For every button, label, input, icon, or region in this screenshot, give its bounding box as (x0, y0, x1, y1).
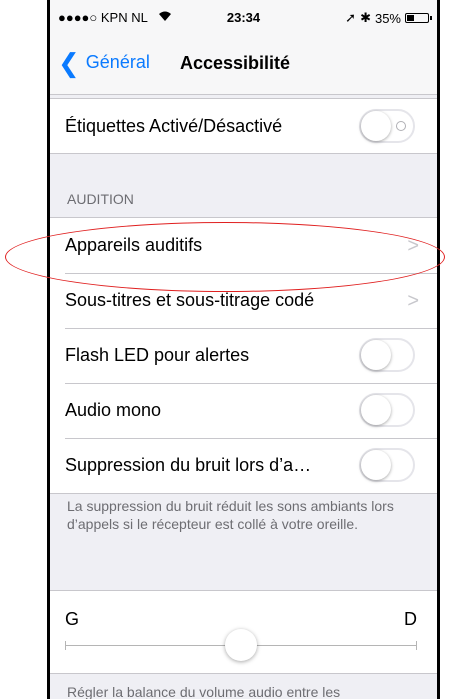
setting-label: Audio mono (65, 400, 162, 420)
section-header-audition: AUDITION (67, 191, 134, 207)
page-title: Accessibilité (180, 53, 291, 73)
setting-row-led-flash: Flash LED pour alertes (50, 328, 437, 383)
led-flash-toggle[interactable] (359, 338, 415, 372)
balance-slider-thumb[interactable] (225, 629, 257, 661)
battery-percent: 35% (374, 10, 401, 26)
toggle-knob (361, 395, 391, 425)
toggle-knob (361, 450, 391, 480)
slider-tick-left (65, 641, 66, 650)
bluetooth-icon: ✱ (360, 10, 371, 25)
setting-row-hearing-aids[interactable]: Appareils auditifs > (50, 218, 437, 273)
noise-cancellation-footer: La suppression du bruit réduit les sons … (67, 498, 394, 532)
setting-row-mono-audio: Audio mono (50, 383, 437, 438)
chevron-right-icon: > (407, 235, 419, 257)
audition-group: Appareils auditifs > Sous-titres et sous… (50, 217, 437, 494)
navigation-bar: ❮ Général Accessibilité (50, 34, 437, 95)
battery-icon (405, 13, 432, 23)
setting-label: Sous-titres et sous-titrage codé (65, 290, 315, 310)
back-label: Général (85, 52, 150, 72)
chevron-left-icon: ❮ (58, 47, 80, 78)
toggle-knob (361, 340, 391, 370)
noise-cancellation-toggle[interactable] (359, 448, 415, 482)
slider-tick-right (416, 641, 417, 650)
phone-screen: ●●●●○ KPN NL 23:34 ➚ ✱ 35% ❮ Général Acc… (47, 0, 440, 699)
setting-row-subtitles[interactable]: Sous-titres et sous-titrage codé > (50, 273, 437, 328)
balance-footer: Régler la balance du volume audio entre … (67, 684, 341, 699)
balance-group: G D (50, 590, 437, 674)
status-right: ➚ ✱ 35% (345, 10, 432, 26)
labels-group: Étiquettes Activé/Désactivé (50, 98, 437, 154)
back-button[interactable]: ❮ Général (58, 47, 150, 78)
labels-toggle[interactable] (359, 109, 415, 143)
balance-right-label: D (404, 609, 417, 629)
chevron-right-icon: > (407, 290, 419, 312)
setting-label: Étiquettes Activé/Désactivé (65, 115, 283, 136)
setting-row-noise-cancellation: Suppression du bruit lors d’a… (50, 438, 437, 493)
status-bar: ●●●●○ KPN NL 23:34 ➚ ✱ 35% (50, 0, 437, 34)
setting-label: Appareils auditifs (65, 235, 203, 255)
toggle-knob (361, 111, 391, 141)
location-icon: ➚ (345, 10, 357, 25)
setting-label: Suppression du bruit lors d’a… (65, 455, 312, 475)
mono-audio-toggle[interactable] (359, 393, 415, 427)
off-indicator-icon (396, 121, 406, 131)
setting-label: Flash LED pour alertes (65, 345, 250, 365)
balance-left-label: G (65, 609, 80, 629)
setting-row-labels: Étiquettes Activé/Désactivé (50, 99, 437, 153)
